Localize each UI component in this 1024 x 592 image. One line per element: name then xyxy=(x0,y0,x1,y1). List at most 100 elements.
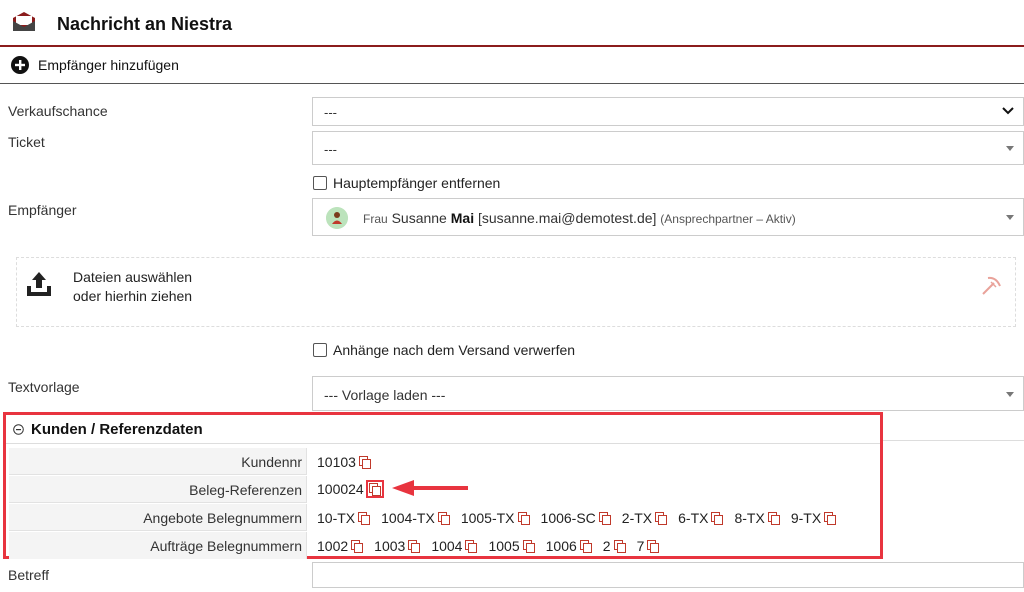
verkaufschance-value: --- xyxy=(324,105,337,120)
recipient-role: (Ansprechpartner – Aktiv) xyxy=(660,212,796,226)
ref-value: 1003 xyxy=(374,538,406,554)
ref-value: 1005 xyxy=(488,538,520,554)
ref-item: 1004 xyxy=(431,538,478,554)
ref-value: 10-TX xyxy=(317,510,356,526)
empfaenger-select[interactable]: Frau Susanne Mai [susanne.mai@demotest.d… xyxy=(312,198,1024,236)
ref-values: 10103 xyxy=(317,454,382,470)
ref-key: Beleg-Referenzen xyxy=(189,482,302,498)
ref-key: Kundennr xyxy=(241,454,302,470)
ticket-select[interactable]: --- xyxy=(312,131,1024,165)
recipient-email: [susanne.mai@demotest.de] xyxy=(477,210,657,226)
hauptempfaenger-label: Hauptempfänger entfernen xyxy=(333,175,501,191)
hauptempfaenger-checkbox-row[interactable]: Hauptempfänger entfernen xyxy=(313,175,500,191)
ref-value: 1006-SC xyxy=(540,510,596,526)
plus-circle-icon xyxy=(11,56,29,74)
ref-key-cell: Angebote Belegnummern xyxy=(9,504,307,531)
copy-icon[interactable] xyxy=(351,540,364,553)
ref-item: 1005 xyxy=(488,538,535,554)
collapse-minus-icon[interactable] xyxy=(13,424,24,435)
ref-item: 2 xyxy=(603,538,626,554)
dropdown-caret-icon xyxy=(1006,392,1014,397)
ref-value: 2-TX xyxy=(621,510,653,526)
ref-value: 100024 xyxy=(317,481,364,497)
ticket-label: Ticket xyxy=(8,134,45,150)
copy-icon[interactable] xyxy=(655,512,668,525)
ref-key-cell: Aufträge Belegnummern xyxy=(9,532,307,559)
copy-icon[interactable] xyxy=(465,540,478,553)
copy-icon[interactable] xyxy=(358,512,371,525)
pickaxe-icon[interactable] xyxy=(979,274,1003,298)
ref-row-angebote: Angebote Belegnummern 10-TX 1004-TX 1005… xyxy=(9,504,880,532)
chevron-down-icon xyxy=(1002,107,1014,115)
ref-key-cell: Beleg-Referenzen xyxy=(9,476,307,503)
copy-icon[interactable] xyxy=(613,540,626,553)
ref-value: 1005-TX xyxy=(460,510,515,526)
copy-icon[interactable] xyxy=(579,540,592,553)
ref-item: 1006 xyxy=(546,538,592,554)
ref-item: 9-TX xyxy=(791,510,837,526)
ref-item: 100024 xyxy=(317,480,384,498)
ref-values: 100024 xyxy=(317,480,395,498)
empfaenger-label: Empfänger xyxy=(8,202,77,218)
ref-row-kundennr: Kundennr 10103 xyxy=(9,448,880,476)
dropzone-line1: Dateien auswählen xyxy=(73,269,193,285)
copy-icon[interactable] xyxy=(437,512,450,525)
ref-values: 10-TX 1004-TX 1005-TX 1006-SC 2-TX 6-TX … xyxy=(317,510,847,526)
ref-value: 1006 xyxy=(545,538,577,554)
referenzdaten-header[interactable]: Kunden / Referenzdaten xyxy=(6,415,880,444)
copy-icon[interactable] xyxy=(647,540,660,553)
annotation-arrow-icon xyxy=(392,480,468,496)
ref-item: 1006-SC xyxy=(541,510,611,526)
ref-row-auftraege: Aufträge Belegnummern 1002 1003 1004 100… xyxy=(9,532,880,560)
empfaenger-display: Frau Susanne Mai [susanne.mai@demotest.d… xyxy=(363,210,796,226)
ref-key: Aufträge Belegnummern xyxy=(150,538,302,554)
referenzdaten-title: Kunden / Referenzdaten xyxy=(31,421,203,438)
hauptempfaenger-checkbox[interactable] xyxy=(313,176,327,190)
ref-item: 1003 xyxy=(374,538,421,554)
ref-item: 1002 xyxy=(317,538,364,554)
ref-value: 8-TX xyxy=(734,510,765,526)
add-recipient-button[interactable]: Empfänger hinzufügen xyxy=(0,49,1024,84)
dialog-title: Nachricht an Niestra xyxy=(57,14,233,34)
ref-item: 8-TX xyxy=(734,510,780,526)
ref-item: 7 xyxy=(637,538,660,554)
ref-item: 6-TX xyxy=(678,510,724,526)
copy-icon[interactable] xyxy=(767,512,780,525)
envelope-icon xyxy=(13,12,35,31)
contact-avatar-icon xyxy=(326,207,348,229)
betreff-input[interactable] xyxy=(312,562,1024,588)
copy-icon[interactable] xyxy=(711,512,724,525)
ref-values: 1002 1003 1004 1005 1006 2 7 xyxy=(317,538,670,554)
ref-item: 10103 xyxy=(317,454,371,470)
recipient-first-name: Susanne xyxy=(391,210,447,226)
dropdown-caret-icon xyxy=(1006,146,1014,151)
upload-icon xyxy=(27,272,51,296)
textvorlage-select[interactable]: --- Vorlage laden --- xyxy=(312,376,1024,411)
ref-item: 1005-TX xyxy=(461,510,530,526)
copy-icon[interactable] xyxy=(408,540,421,553)
copy-icon[interactable] xyxy=(368,483,381,496)
dialog-header: Nachricht an Niestra xyxy=(0,0,1024,47)
ref-value: 10103 xyxy=(317,454,356,470)
ref-value: 1004-TX xyxy=(381,510,435,526)
anhaenge-checkbox[interactable] xyxy=(313,343,327,357)
ticket-value: --- xyxy=(324,142,337,157)
recipient-salutation: Frau xyxy=(363,212,388,226)
ref-value: 1004 xyxy=(431,538,463,554)
file-dropzone[interactable]: Dateien auswählen oder hierhin ziehen xyxy=(16,257,1016,327)
ref-value: 7 xyxy=(636,538,645,554)
copy-highlight xyxy=(365,480,384,498)
dropdown-caret-icon xyxy=(1006,215,1014,220)
copy-icon[interactable] xyxy=(517,512,530,525)
ref-key: Angebote Belegnummern xyxy=(143,510,302,526)
copy-icon[interactable] xyxy=(598,512,611,525)
verkaufschance-select[interactable]: --- xyxy=(312,97,1024,126)
ref-value: 2 xyxy=(602,538,611,554)
anhaenge-checkbox-row[interactable]: Anhänge nach dem Versand verwerfen xyxy=(313,342,575,358)
copy-icon[interactable] xyxy=(358,456,371,469)
ref-key-cell: Kundennr xyxy=(9,448,307,475)
ref-item: 10-TX xyxy=(317,510,371,526)
anhaenge-label: Anhänge nach dem Versand verwerfen xyxy=(333,342,576,358)
copy-icon[interactable] xyxy=(522,540,535,553)
copy-icon[interactable] xyxy=(824,512,837,525)
